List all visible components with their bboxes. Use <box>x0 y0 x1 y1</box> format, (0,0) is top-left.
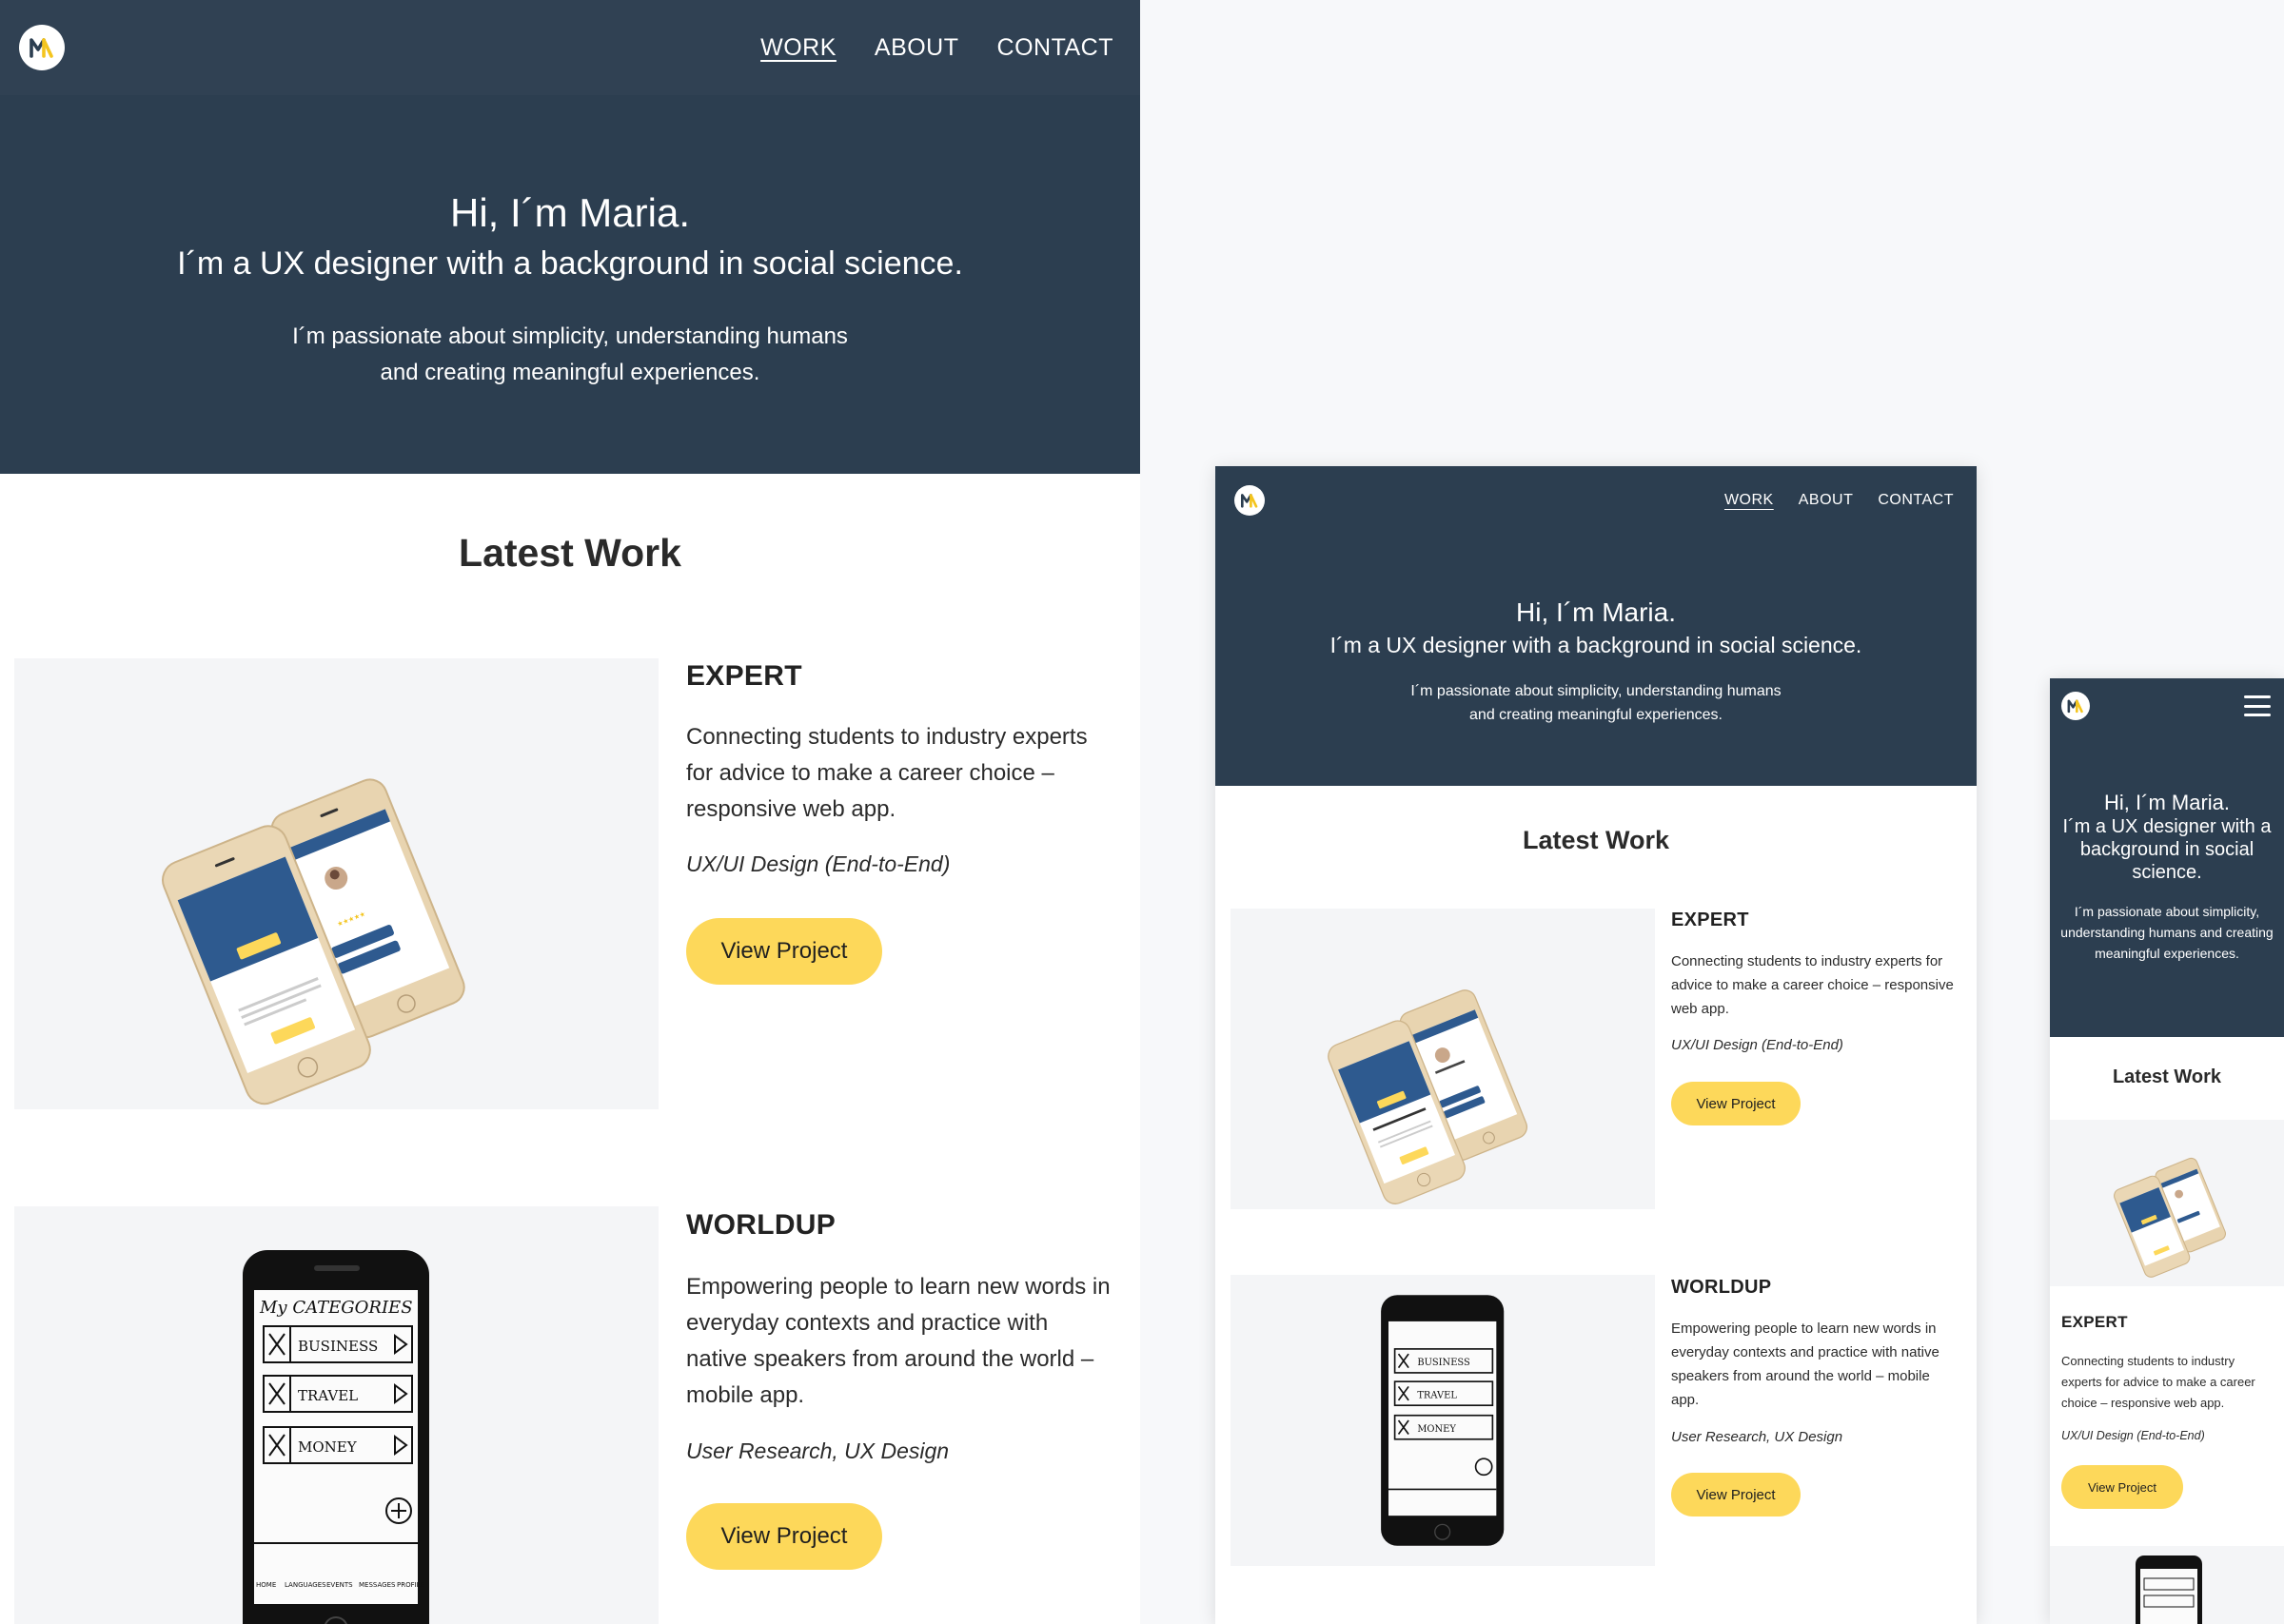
latest-work-title: Latest Work <box>1522 826 1670 854</box>
expert-phones-illustration <box>2114 1157 2227 1278</box>
hero-intro-line2: and creating meaningful experiences. <box>380 360 760 385</box>
hero: Hi, I´m Maria. I´m a UX designer with a … <box>1215 597 1977 727</box>
sketch-tab-languages: LANGUAGES <box>285 1581 326 1589</box>
hero-intro-line2: and creating meaningful experiences. <box>1469 707 1723 723</box>
project-desc-expert: Connecting students to industry experts … <box>2061 1354 2255 1410</box>
project-tags-worldup: User Research, UX Design <box>1671 1429 1843 1445</box>
hero-intro-line1: I´m passionate about simplicity, underst… <box>292 323 848 349</box>
logo-icon <box>30 38 53 58</box>
expert-thumbnail[interactable] <box>2050 1120 2284 1286</box>
logo-link[interactable] <box>19 25 65 70</box>
view-project-worldup-button[interactable]: View Project <box>686 1503 882 1570</box>
worldup-phone-illustration <box>2136 1556 2202 1624</box>
sketch-item-2: TRAVEL <box>298 1387 358 1404</box>
hero-intro: I´m passionate about simplicity, underst… <box>2060 904 2274 961</box>
hero-intro-line1: I´m passionate about simplicity, underst… <box>1410 683 1782 699</box>
project-desc-worldup: Empowering people to learn new words in … <box>686 1274 1111 1408</box>
worldup-thumbnail[interactable] <box>2050 1546 2284 1624</box>
latest-work-title: Latest Work <box>459 531 681 575</box>
project-tags-worldup: User Research, UX Design <box>686 1438 950 1463</box>
project-desc-worldup: Empowering people to learn new words in … <box>1671 1321 1939 1408</box>
project-tags-expert: UX/UI Design (End-to-End) <box>1671 1037 1843 1053</box>
sketch-tab-profile: PROFILE <box>397 1581 424 1589</box>
nav-contact[interactable]: CONTACT <box>1878 492 1954 509</box>
main-nav: WORK ABOUT CONTACT <box>1700 492 1954 509</box>
sketch-item-2: TRAVEL <box>1417 1390 1457 1400</box>
nav-work[interactable]: WORK <box>1724 492 1774 509</box>
site-header: WORK ABOUT CONTACT Hi, I´m Maria. I´m a … <box>1215 466 1977 786</box>
hero: Hi, I´m Maria. I´m a UX designer with a … <box>0 190 1140 391</box>
project-title-expert: EXPERT <box>1671 910 1749 930</box>
worldup-thumbnail[interactable]: My CATEGORIES BUSINESS TRAVEL MONEY HOME… <box>14 1206 659 1624</box>
navbar: WORK ABOUT CONTACT <box>0 0 1140 95</box>
nav-contact[interactable]: CONTACT <box>997 34 1113 62</box>
navbar: WORK ABOUT CONTACT <box>1215 466 1977 535</box>
logo-link[interactable] <box>1234 485 1265 516</box>
mobile-view: Hi, I´m Maria. I´m a UX designer with a … <box>2050 678 2284 1624</box>
site-header: Hi, I´m Maria. I´m a UX designer with a … <box>2050 678 2284 1037</box>
sketch-tab-home: HOME <box>256 1581 276 1589</box>
hero-greeting: Hi, I´m Maria. <box>450 190 690 235</box>
tablet-view: WORK ABOUT CONTACT Hi, I´m Maria. I´m a … <box>1215 466 1977 1624</box>
view-project-worldup-button[interactable]: View Project <box>1671 1473 1801 1516</box>
project-desc-expert: Connecting students to industry experts … <box>1671 953 1954 1017</box>
worldup-thumbnail[interactable]: BUSINESS TRAVEL MONEY <box>1231 1275 1655 1566</box>
hero-greeting: Hi, I´m Maria. <box>1516 597 1676 627</box>
main-nav: WORK ABOUT CONTACT <box>722 34 1113 62</box>
expert-phones-illustration: ★★★★★ <box>162 778 465 1105</box>
logo-icon <box>2067 699 2083 714</box>
nav-work[interactable]: WORK <box>760 34 837 62</box>
worldup-phone-illustration: My CATEGORIES BUSINESS TRAVEL MONEY HOME… <box>243 1250 429 1624</box>
sketch-item-1: BUSINESS <box>298 1338 378 1355</box>
project-tags-expert: UX/UI Design (End-to-End) <box>2061 1429 2205 1442</box>
project-title-worldup: WORLDUP <box>686 1209 837 1241</box>
view-project-expert-button[interactable]: View Project <box>2061 1465 2183 1509</box>
hero-tagline: I´m a UX designer with a background in s… <box>177 245 963 282</box>
project-title-expert: EXPERT <box>686 660 802 692</box>
latest-work-title: Latest Work <box>2112 1066 2222 1087</box>
nav-about[interactable]: ABOUT <box>1799 492 1854 509</box>
expert-thumbnail[interactable] <box>1231 909 1655 1209</box>
view-project-expert-button[interactable]: View Project <box>686 918 882 985</box>
sketch-item-3: MONEY <box>1417 1424 1456 1435</box>
logo-icon <box>1240 494 1258 508</box>
hero-tagline: I´m a UX designer with a background in s… <box>2062 816 2272 883</box>
navbar <box>2050 678 2284 734</box>
sketch-title: My CATEGORIES <box>259 1298 413 1318</box>
project-tags-expert: UX/UI Design (End-to-End) <box>686 851 951 876</box>
project-desc-expert: Connecting students to industry experts … <box>686 724 1088 822</box>
sketch-tab-messages: MESSAGES <box>359 1581 396 1589</box>
hero-tagline: I´m a UX designer with a background in s… <box>1329 633 1862 657</box>
hero-greeting: Hi, I´m Maria. <box>2104 791 2230 814</box>
logo-link[interactable] <box>2061 692 2090 720</box>
desktop-view: WORK ABOUT CONTACT Hi, I´m Maria. I´m a … <box>0 0 1140 1624</box>
nav-about[interactable]: ABOUT <box>875 34 959 62</box>
hero: Hi, I´m Maria. I´m a UX designer with a … <box>2050 791 2284 964</box>
sketch-item-3: MONEY <box>298 1438 358 1456</box>
expert-thumbnail[interactable]: ★★★★★ <box>14 658 659 1109</box>
expert-phones-illustration <box>1328 989 1528 1204</box>
hamburger-menu-icon[interactable] <box>2244 695 2271 716</box>
view-project-expert-button[interactable]: View Project <box>1671 1082 1801 1125</box>
worldup-phone-illustration: BUSINESS TRAVEL MONEY <box>1381 1295 1505 1546</box>
sketch-tab-events: EVENTS <box>326 1581 353 1589</box>
site-header: WORK ABOUT CONTACT Hi, I´m Maria. I´m a … <box>0 0 1140 474</box>
project-title-expert: EXPERT <box>2061 1313 2128 1331</box>
project-title-worldup: WORLDUP <box>1671 1277 1772 1298</box>
sketch-item-1: BUSINESS <box>1417 1358 1470 1368</box>
